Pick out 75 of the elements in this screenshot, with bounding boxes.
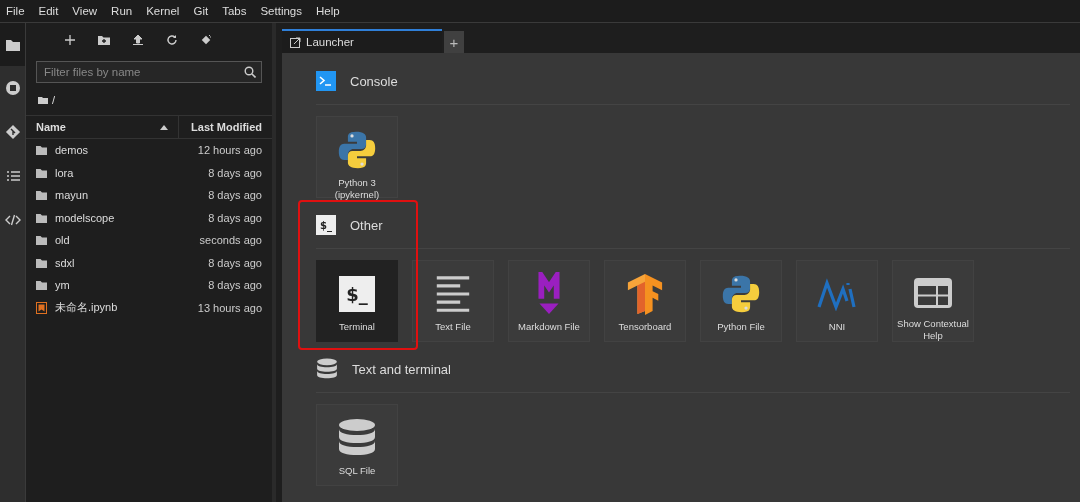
column-header[interactable]: Last Modified (179, 121, 272, 133)
folder-icon (38, 95, 48, 105)
git-clone-icon[interactable] (200, 34, 212, 46)
folder-icon (36, 145, 47, 156)
folder-icon (36, 280, 47, 291)
file-name[interactable]: ym (55, 279, 201, 292)
stop-circle-icon (4, 80, 21, 96)
modified-time: 8 days ago (208, 256, 262, 269)
folder-icon (36, 235, 47, 246)
wave-logo-icon (817, 277, 857, 311)
refresh-icon[interactable] (166, 34, 178, 46)
section-title: Text and terminal (352, 361, 451, 377)
terminal-icon: $_ (339, 276, 375, 312)
markdown-logo-icon (536, 272, 562, 316)
database-icon (337, 418, 377, 458)
file-name[interactable]: old (55, 234, 192, 247)
menu-item[interactable]: File (6, 5, 33, 17)
new-folder-icon[interactable] (98, 34, 110, 46)
menu-item[interactable]: Kernel (146, 5, 188, 17)
launcher-card[interactable]: Markdown File (508, 260, 590, 342)
launcher-card[interactable]: Show Contextual Help (892, 260, 974, 342)
modified-time: seconds ago (199, 234, 262, 247)
modified-time: 13 hours ago (197, 301, 262, 314)
activity-tab[interactable] (0, 23, 25, 66)
folder-icon (36, 190, 47, 201)
modified-time: 8 days ago (208, 211, 262, 224)
text-lines-icon (435, 274, 471, 314)
menu-item[interactable]: Run (111, 5, 141, 17)
menu-item[interactable]: Git (193, 5, 217, 17)
file-name[interactable]: 未命名.ipynb (55, 300, 190, 316)
filter-field[interactable]: Filter files by name (36, 61, 262, 83)
folder-icon (36, 257, 47, 268)
file-name[interactable]: demos (55, 144, 190, 157)
launcher-card[interactable]: Python File (700, 260, 782, 342)
launcher-card[interactable]: Tensorboard (604, 260, 686, 342)
python-logo-icon (338, 130, 376, 170)
menu-item[interactable]: Edit (38, 5, 67, 17)
layout-panel-icon (913, 276, 953, 309)
launcher-card[interactable]: SQL File (316, 404, 398, 486)
add-icon[interactable] (64, 34, 76, 46)
sort-ascending-icon (160, 124, 168, 130)
modified-time: 8 days ago (208, 166, 262, 179)
menu-item[interactable]: Tabs (222, 5, 255, 17)
launcher-card[interactable]: $_ Terminal (316, 260, 398, 342)
code-icon (4, 212, 21, 228)
folder-icon (36, 167, 47, 178)
menu-item[interactable]: Settings (260, 5, 310, 17)
new-tab-button[interactable]: + (444, 31, 464, 53)
external-window-icon (290, 36, 301, 48)
file-name[interactable]: mayun (55, 189, 201, 202)
launcher-card[interactable]: Text File (412, 260, 494, 342)
file-name[interactable]: sdxl (55, 256, 201, 269)
console-icon (316, 71, 336, 91)
menu-item[interactable]: Help (316, 5, 348, 17)
python-logo-icon (722, 274, 760, 314)
tensorflow-logo-icon (626, 272, 664, 316)
folder-icon (36, 212, 47, 223)
section-title: Console (350, 73, 398, 89)
launcher-card[interactable]: NNI (796, 260, 878, 342)
modified-time: 8 days ago (208, 279, 262, 292)
menu-item[interactable]: View (72, 5, 106, 17)
modified-time: 12 hours ago (197, 144, 262, 157)
column-header[interactable]: Name (36, 121, 66, 133)
upload-icon[interactable] (132, 34, 144, 46)
search-icon (244, 66, 256, 78)
file-name[interactable]: lora (55, 166, 201, 179)
list-icon (4, 168, 21, 184)
database-icon (316, 358, 338, 380)
notebook-icon (36, 301, 47, 314)
modified-time: 8 days ago (208, 189, 262, 202)
breadcrumb-path[interactable]: / (52, 94, 56, 106)
file-name[interactable]: modelscope (55, 211, 201, 224)
launcher-card[interactable]: Python 3 (ipykernel) (316, 116, 398, 198)
terminal-icon: $_ (316, 215, 336, 235)
section-title: Other (350, 217, 383, 233)
